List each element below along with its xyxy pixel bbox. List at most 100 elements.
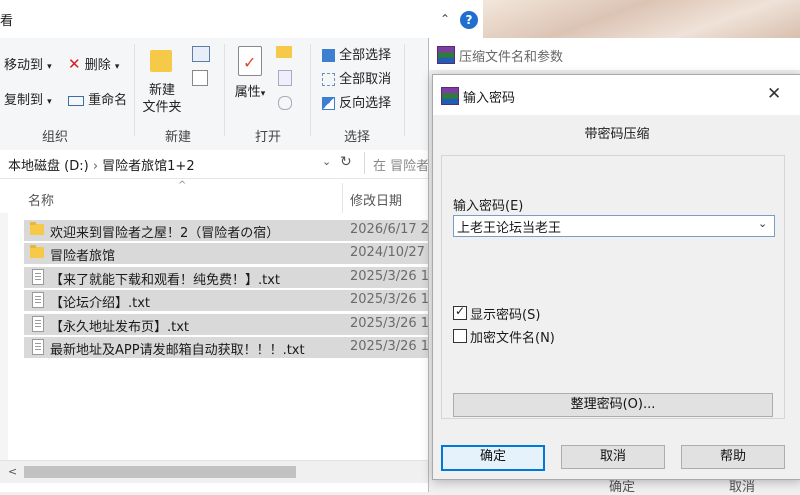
properties-icon: ✓ [238,46,262,76]
horizontal-scrollbar[interactable]: < [0,460,483,483]
encrypt-filenames-label: 加密文件名(N) [470,331,555,346]
select-none-button[interactable]: 全部取消 [322,68,391,87]
winrar-icon [441,87,459,105]
text-file-icon [32,316,44,332]
group-divider [134,44,135,136]
file-name: 【来了就能下载和观看！纯免费！】.txt [50,273,281,288]
dropdown-arrow-icon: ▾ [47,62,52,72]
file-row[interactable]: 欢迎来到冒险者之屋！2（冒险者の宿） 2026/6/17 2 [24,220,460,241]
column-header-modified[interactable]: 修改日期 [350,190,402,209]
select-all-icon [322,49,335,62]
ribbon: 移动到 ▾ 复制到 ▾ ✕ 删除 ▾ 重命名 新建 文件夹 ✓ 属性▾ 全部选择… [0,38,483,151]
new-folder-button[interactable]: 新建 文件夹 [140,82,184,116]
copy-to-label: 复制到 [4,93,44,108]
desktop-background [483,0,800,38]
file-date: 2026/6/17 2 [350,222,430,237]
file-row[interactable]: 【论坛介绍】.txt 2025/3/26 1 [24,290,460,311]
group-divider [224,44,225,136]
file-date: 2024/10/27 [350,245,425,260]
organize-passwords-button[interactable]: 整理密码(O)... [453,393,773,417]
invert-selection-button[interactable]: 反向选择 [322,92,391,111]
breadcrumb[interactable]: 本地磁盘 (D:) › 冒险者旅馆1+2 [8,155,195,174]
file-date: 2025/3/26 1 [350,339,430,354]
group-label-open: 打开 [255,130,282,145]
address-dropdown-icon[interactable]: ⌄ [322,155,331,168]
file-row[interactable]: 最新地址及APP请发邮箱自动获取！！！.txt 2025/3/26 1 [24,337,460,358]
scrollbar-thumb[interactable] [24,466,296,478]
dialog-titlebar: 输入密码 ✕ [433,75,800,115]
dropdown-arrow-icon: ▾ [114,62,120,72]
show-password-label: 显示密码(S) [470,308,541,323]
column-header-name[interactable]: 名称 [28,190,54,209]
rename-button[interactable]: 重命名 [68,89,127,108]
history-icon[interactable] [278,96,292,110]
password-field-label: 输入密码(E) [453,199,524,214]
checkbox-box[interactable]: ✓ [453,304,467,320]
text-file-icon [32,339,44,355]
dropdown-arrow-icon: ▾ [47,97,52,107]
dropdown-arrow-icon: ▾ [260,89,266,99]
open-icon[interactable] [276,46,292,58]
invert-selection-icon [322,97,335,110]
archive-dialog-titlebar: 压缩文件名和参数 [429,38,800,70]
group-label-organize: 组织 [42,130,69,145]
select-all-label: 全部选择 [339,48,392,63]
enter-password-dialog: 输入密码 ✕ 带密码压缩 输入密码(E) 上老王论坛当老王 ⌄ ✓ 显示密码(S… [432,74,800,480]
scroll-left-icon[interactable]: < [8,465,17,478]
file-name: 冒险者旅馆 [50,249,116,264]
move-to-button[interactable]: 移动到 ▾ [4,54,52,73]
sort-ascending-icon: ^ [178,180,187,191]
edit-icon[interactable] [278,70,292,86]
new-folder-icon [150,46,172,74]
column-divider[interactable] [342,183,343,213]
file-name: 【永久地址发布页】.txt [50,320,190,335]
file-row[interactable]: 冒险者旅馆 2024/10/27 [24,243,460,264]
winrar-icon [437,46,455,64]
ok-button[interactable]: 确定 [441,445,545,471]
text-file-icon [32,269,44,285]
window-title-fragment: 看 [0,14,14,29]
new-folder-label-1: 新建 [148,83,175,98]
dialog-subtitle: 带密码压缩 [584,127,650,142]
new-folder-label-2: 文件夹 [142,100,182,115]
properties-button[interactable]: 属性▾ [232,84,268,103]
file-name: 【论坛介绍】.txt [50,296,151,311]
help-icon[interactable]: ? [460,11,478,29]
new-item-icon[interactable] [192,46,210,62]
folder-icon [30,222,44,235]
file-date: 2025/3/26 1 [350,316,430,331]
checkbox-box[interactable] [453,329,467,343]
collapse-ribbon-icon[interactable]: ⌃ [438,12,452,26]
rename-label: 重命名 [88,93,128,108]
breadcrumb-folder[interactable]: 冒险者旅馆1+2 [102,159,194,174]
text-file-icon [32,292,44,308]
group-divider [310,44,311,136]
copy-to-button[interactable]: 复制到 ▾ [4,89,52,108]
file-date: 2025/3/26 1 [350,269,430,284]
delete-x-icon: ✕ [68,55,81,73]
file-row[interactable]: 【永久地址发布页】.txt 2025/3/26 1 [24,314,460,335]
easy-access-icon[interactable] [192,70,208,86]
file-row[interactable]: 【来了就能下载和观看！纯免费！】.txt 2025/3/26 1 [24,267,460,288]
address-bar: 本地磁盘 (D:) › 冒险者旅馆1+2 ⌄ ↻ 在 冒险者 [0,150,483,179]
delete-label: 删除 [84,58,111,73]
cancel-button[interactable]: 取消 [561,445,665,469]
search-placeholder: 在 冒险者 [373,159,430,174]
group-divider [404,44,405,136]
help-button[interactable]: 帮助 [681,445,785,469]
group-label-new: 新建 [165,130,192,145]
refresh-icon[interactable]: ↻ [340,154,352,170]
close-icon[interactable]: ✕ [767,84,781,104]
select-none-icon [322,73,335,86]
breadcrumb-root[interactable]: 本地磁盘 (D:) [8,159,89,174]
checkmark-icon: ✓ [455,304,466,318]
password-input[interactable]: 上老王论坛当老王 ⌄ [453,215,775,237]
properties-label: 属性 [234,85,261,100]
delete-button[interactable]: ✕ 删除 ▾ [68,54,119,73]
file-name: 最新地址及APP请发邮箱自动获取！！！.txt [50,343,305,358]
chevron-down-icon[interactable]: ⌄ [758,217,767,230]
select-all-button[interactable]: 全部选择 [322,44,391,63]
select-none-label: 全部取消 [339,72,392,87]
file-explorer-window: 看 ⌃ ? 移动到 ▾ 复制到 ▾ ✕ 删除 ▾ 重命名 新建 文件夹 ✓ 属性… [0,0,483,492]
archive-dialog-title: 压缩文件名和参数 [459,50,564,65]
